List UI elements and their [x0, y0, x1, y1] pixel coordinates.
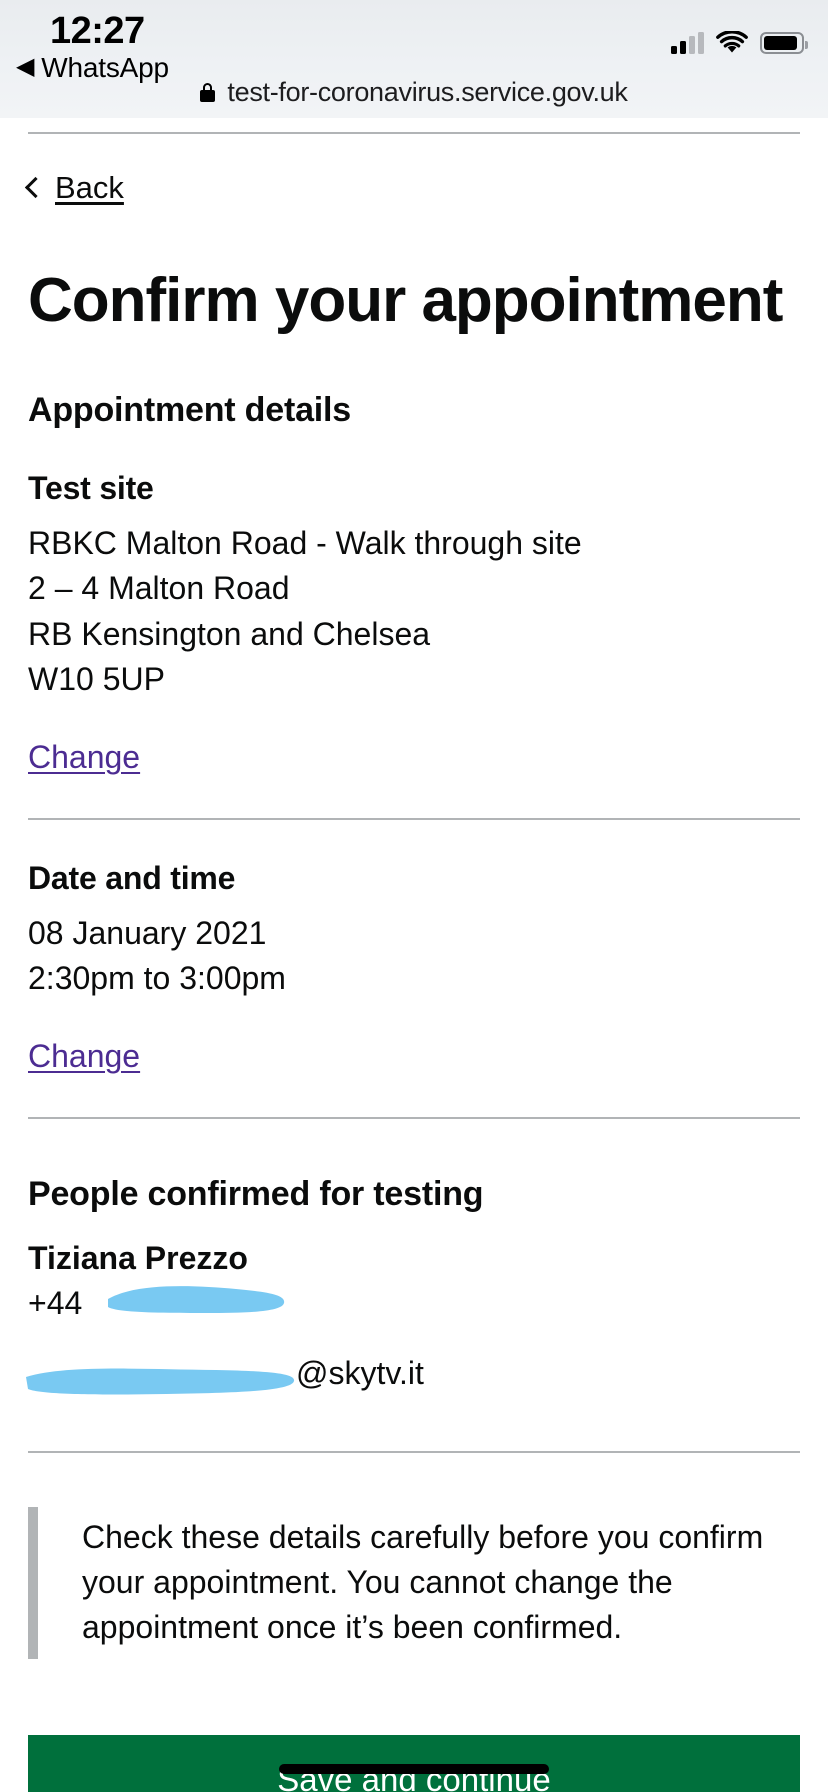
test-site-heading: Test site: [28, 469, 154, 506]
cellular-signal-icon: [671, 32, 704, 54]
home-indicator: [279, 1764, 549, 1774]
appointment-time: 2:30pm to 3:00pm: [28, 960, 286, 997]
back-link[interactable]: Back: [24, 170, 124, 206]
date-time-heading: Date and time: [28, 859, 236, 896]
person-phone: +44: [28, 1285, 800, 1333]
date-time-values: 08 January 2021 2:30pm to 3:00pm: [28, 911, 800, 1002]
url-text: test-for-coronavirus.service.gov.uk: [227, 76, 628, 107]
section-divider: [28, 817, 800, 820]
lock-icon: [200, 82, 216, 102]
top-divider: [28, 132, 800, 134]
wifi-icon: [716, 30, 748, 54]
inset-warning-text: Check these details carefully before you…: [82, 1518, 764, 1646]
phone-redaction-mark: [96, 1273, 296, 1321]
section-divider: [28, 1116, 800, 1119]
address-line: W10 5UP: [28, 661, 165, 698]
change-date-time-link[interactable]: Change: [28, 1038, 140, 1075]
page-title: Confirm your appointment: [28, 266, 783, 335]
page-content: Back Confirm your appointment Appointmen…: [0, 118, 828, 1792]
appointment-date: 08 January 2021: [28, 914, 267, 951]
address-line: RB Kensington and Chelsea: [28, 615, 431, 652]
status-bar-clock: 12:27: [50, 10, 145, 52]
address-line: 2 – 4 Malton Road: [28, 570, 290, 607]
email-redaction-mark: [16, 1357, 302, 1407]
appointment-details-heading: Appointment details: [28, 390, 351, 429]
phone-screen: 12:27 ◀ WhatsApp test-for-coronavirus.se…: [0, 0, 828, 1792]
change-test-site-link[interactable]: Change: [28, 739, 140, 776]
person-email: @skytv.it: [26, 1354, 800, 1409]
person-name: Tiziana Prezzo: [28, 1239, 248, 1276]
status-bar-indicators: [671, 26, 808, 54]
inset-warning: Check these details carefully before you…: [28, 1506, 800, 1659]
ios-status-bar: 12:27 ◀ WhatsApp: [0, 0, 828, 83]
chevron-left-icon: [24, 176, 47, 199]
address-bar[interactable]: test-for-coronavirus.service.gov.uk: [0, 68, 828, 116]
back-link-label: Back: [55, 170, 124, 205]
address-line: RBKC Malton Road - Walk through site: [28, 524, 582, 561]
test-site-address: RBKC Malton Road - Walk through site 2 –…: [28, 521, 800, 703]
email-domain: @skytv.it: [296, 1354, 424, 1391]
phone-country-prefix: +44: [28, 1284, 83, 1321]
battery-icon: [760, 32, 808, 54]
browser-chrome: 12:27 ◀ WhatsApp test-for-coronavirus.se…: [0, 0, 828, 118]
people-confirmed-heading: People confirmed for testing: [28, 1174, 484, 1213]
section-divider: [28, 1450, 800, 1453]
